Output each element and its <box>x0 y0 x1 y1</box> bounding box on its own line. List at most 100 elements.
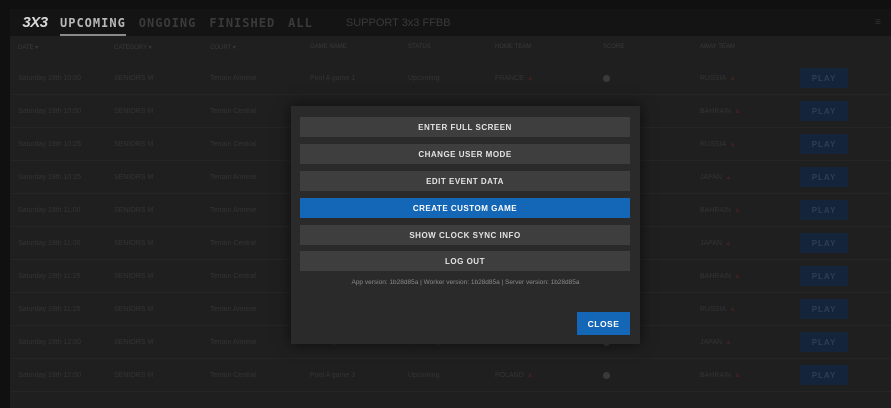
row-category: SENIORS M <box>114 338 154 346</box>
play-button[interactable]: PLAY <box>800 299 848 319</box>
row-status: Upcoming <box>408 74 440 82</box>
app-logo: 3X3 <box>22 14 48 31</box>
row-court: Terrain Annexe <box>210 206 257 214</box>
row-date: Saturday 19th 10:00 <box>18 107 82 115</box>
home-team-name: POLAND <box>495 371 524 379</box>
enter-full-screen-button[interactable]: ENTER FULL SCREEN <box>300 117 630 137</box>
row-away-team: RUSSIA ▲ <box>700 141 736 148</box>
row-away-team: BAHRAIN ▲ <box>700 207 741 214</box>
play-button[interactable]: PLAY <box>800 167 848 187</box>
row-category: SENIORS M <box>114 74 154 82</box>
row-court: Terrain Central <box>210 140 256 148</box>
play-button[interactable]: PLAY <box>800 365 848 385</box>
away-team-name: BAHRAIN <box>700 272 732 280</box>
row-away-team: BAHRAIN ▲ <box>700 273 741 280</box>
away-team-name: JAPAN <box>700 173 723 181</box>
warning-icon: ▲ <box>734 272 742 280</box>
row-court: Terrain Central <box>210 239 256 247</box>
edit-event-data-button[interactable]: EDIT EVENT DATA <box>300 171 630 191</box>
row-category: SENIORS M <box>114 272 154 280</box>
row-date: Saturday 19th 10:25 <box>18 173 82 181</box>
table-row[interactable]: Saturday 19th 12:00 SENIORS M Terrain Cent… <box>10 359 891 392</box>
header-date[interactable]: DATE ▾ <box>18 44 38 51</box>
row-court: Terrain Annexe <box>210 74 257 82</box>
tab-upcoming[interactable]: UPCOMING <box>60 9 126 36</box>
row-home-team: FRANCE▲ <box>495 75 534 82</box>
warning-icon: ▲ <box>526 371 534 379</box>
warning-icon: ▲ <box>725 239 732 247</box>
row-away-team: BAHRAIN ▲ <box>700 372 741 379</box>
tab-finished[interactable]: FINISHED <box>209 9 275 36</box>
app-frame: 3X3 UPCOMING ONGOING FINISHED ALL SUPPOR… <box>10 9 891 408</box>
row-away-team: RUSSIA ▲ <box>700 75 736 82</box>
row-court: Terrain Annexe <box>210 173 257 181</box>
play-button[interactable]: PLAY <box>800 332 848 352</box>
away-team-name: BAHRAIN <box>700 107 732 115</box>
settings-modal: ENTER FULL SCREEN CHANGE USER MODE EDIT … <box>291 106 640 344</box>
row-away-team: JAPAN ▲ <box>700 240 732 247</box>
row-away-team: RUSSIA ▲ <box>700 306 736 313</box>
header-court[interactable]: COURT ▾ <box>210 44 236 51</box>
row-game-name: Pool A game 3 <box>310 371 356 379</box>
row-date: Saturday 19th 11:00 <box>18 206 81 214</box>
away-team-name: RUSSIA <box>700 305 727 313</box>
row-category: SENIORS M <box>114 140 154 148</box>
row-court: Terrain Central <box>210 107 256 115</box>
log-out-button[interactable]: LOG OUT <box>300 251 630 271</box>
row-date: Saturday 19th 12:00 <box>18 371 82 379</box>
row-date: Saturday 19th 10:00 <box>18 74 82 82</box>
play-button[interactable]: PLAY <box>800 233 848 253</box>
header-status: STATUS <box>408 44 431 50</box>
away-team-name: RUSSIA <box>700 74 727 82</box>
away-team-name: JAPAN <box>700 338 723 346</box>
table-header: DATE ▾ CATEGORY ▾ COURT ▾ GAME NAME STAT… <box>10 38 891 56</box>
table-row[interactable]: Saturday 19th 10:00 SENIORS M Terrain Anne… <box>10 62 891 95</box>
row-date: Saturday 19th 10:25 <box>18 140 82 148</box>
row-court: Terrain Central <box>210 371 256 379</box>
menu-icon[interactable]: ≡ <box>875 17 885 28</box>
show-clock-sync-info-button[interactable]: SHOW CLOCK SYNC INFO <box>300 225 630 245</box>
row-date: Saturday 19th 12:00 <box>18 338 82 346</box>
away-team-name: JAPAN <box>700 239 723 247</box>
row-away-team: JAPAN ▲ <box>700 174 732 181</box>
play-button[interactable]: PLAY <box>800 200 848 220</box>
version-info: App version: 1b28d85a | Worker version: … <box>351 279 580 286</box>
tab-ongoing[interactable]: ONGOING <box>139 9 197 36</box>
top-bar: 3X3 UPCOMING ONGOING FINISHED ALL SUPPOR… <box>10 9 891 36</box>
header-score: SCORE <box>603 44 625 50</box>
header-away-team: AWAY TEAM <box>700 44 735 50</box>
warning-icon: ▲ <box>725 173 732 181</box>
warning-icon: ▲ <box>729 74 736 82</box>
away-team-name: BAHRAIN <box>700 206 732 214</box>
home-team-name: FRANCE <box>495 74 524 82</box>
warning-icon: ▲ <box>526 74 534 82</box>
row-category: SENIORS M <box>114 371 154 379</box>
warning-icon: ▲ <box>734 206 742 214</box>
row-date: Saturday 19th 11:25 <box>18 305 81 313</box>
support-link[interactable]: SUPPORT 3x3 FFBB <box>346 17 451 29</box>
row-date: Saturday 19th 11:00 <box>18 239 81 247</box>
warning-icon: ▲ <box>729 305 736 313</box>
play-button[interactable]: PLAY <box>800 101 848 121</box>
warning-icon: ▲ <box>729 140 736 148</box>
play-button[interactable]: PLAY <box>800 134 848 154</box>
change-user-mode-button[interactable]: CHANGE USER MODE <box>300 144 630 164</box>
create-custom-game-button[interactable]: CREATE CUSTOM GAME <box>300 198 630 218</box>
row-date: Saturday 19th 11:25 <box>18 272 81 280</box>
row-status: Upcoming <box>408 371 440 379</box>
row-away-team: JAPAN ▲ <box>700 339 732 346</box>
row-category: SENIORS M <box>114 305 154 313</box>
close-button[interactable]: CLOSE <box>577 312 630 335</box>
play-button[interactable]: PLAY <box>800 266 848 286</box>
row-court: Terrain Annexe <box>210 338 257 346</box>
row-game-name: Pool A game 1 <box>310 74 356 82</box>
play-button[interactable]: PLAY <box>800 68 848 88</box>
row-category: SENIORS M <box>114 107 154 115</box>
tab-all[interactable]: ALL <box>288 9 313 36</box>
header-category[interactable]: CATEGORY ▾ <box>114 44 152 51</box>
warning-icon: ▲ <box>734 107 742 115</box>
row-category: SENIORS M <box>114 206 154 214</box>
header-home-team: HOME TEAM <box>495 44 532 50</box>
row-court: Terrain Central <box>210 272 256 280</box>
score-indicator-icon <box>603 371 610 379</box>
